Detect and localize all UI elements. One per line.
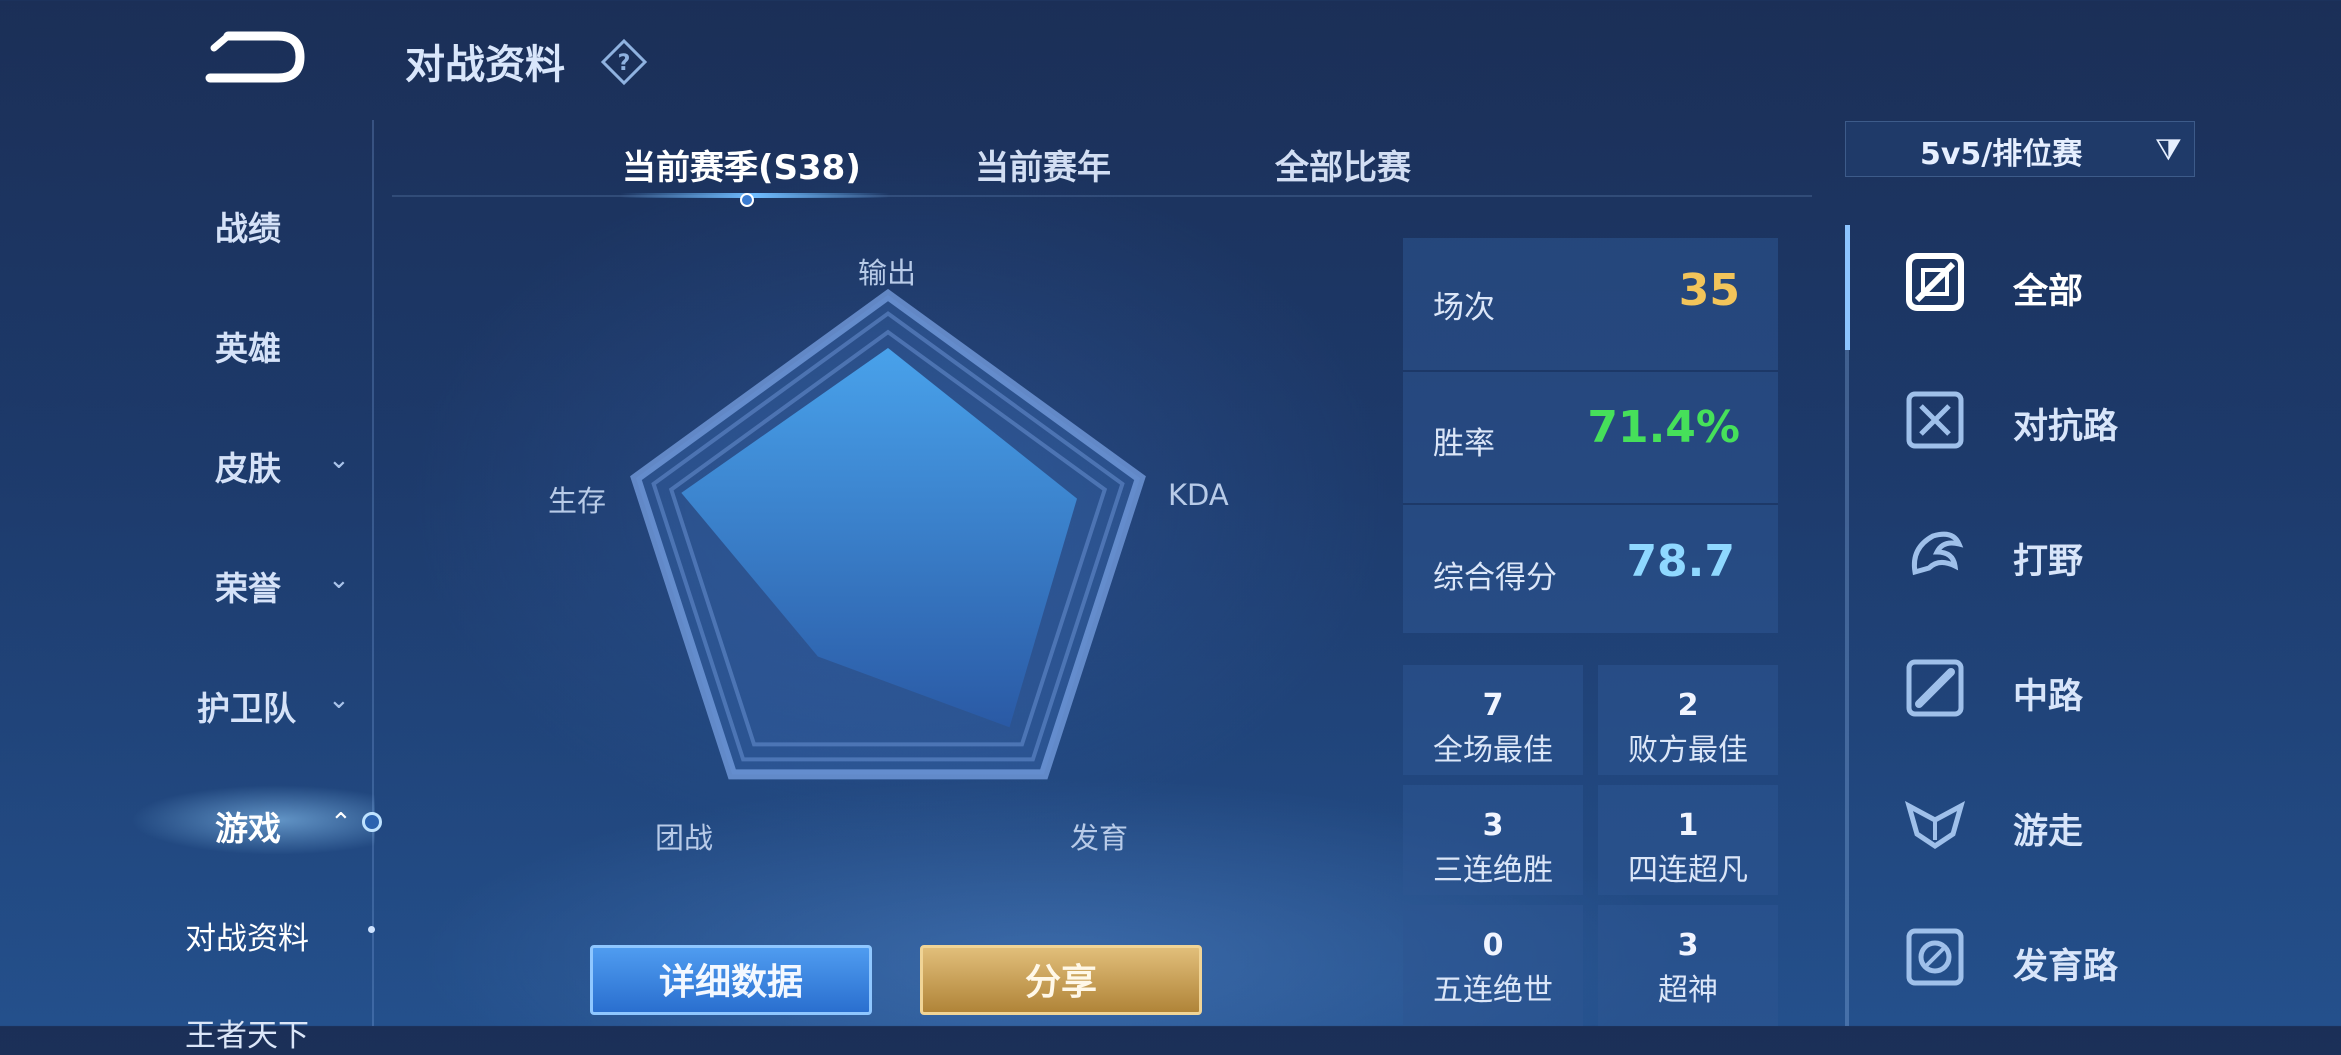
- filter-icon[interactable]: ⧩: [2155, 133, 2182, 168]
- tab-all-matches[interactable]: 全部比赛: [1275, 140, 1411, 189]
- quadra-kill-label: 四连超凡: [1628, 853, 1748, 888]
- tab-current-year[interactable]: 当前赛年: [975, 140, 1111, 189]
- legendary-count: 3: [1677, 928, 1699, 963]
- back-arrow-icon[interactable]: [200, 30, 305, 85]
- chevron-down-icon[interactable]: ⌄: [328, 445, 350, 475]
- all-roles-icon[interactable]: [1903, 250, 1967, 314]
- stats-divider: [1403, 503, 1778, 505]
- sidebar-item-honor[interactable]: 荣誉: [215, 562, 281, 610]
- subnav-item-world[interactable]: 王者天下: [185, 1010, 309, 1055]
- score-value: 78.7: [1626, 536, 1735, 587]
- radar-axis-kda: KDA: [1168, 478, 1229, 512]
- stats-divider: [1403, 370, 1778, 372]
- losing-mvp-count: 2: [1677, 688, 1699, 723]
- mvp-label: 全场最佳: [1433, 733, 1553, 768]
- share-button[interactable]: 分享: [920, 945, 1202, 1015]
- tab-current-season[interactable]: 当前赛季(S38): [622, 140, 861, 189]
- winrate-label: 胜率: [1433, 426, 1495, 462]
- role-item-jungle[interactable]: 打野: [2013, 533, 2083, 584]
- role-item-clash-lane[interactable]: 对抗路: [2013, 398, 2118, 449]
- sidebar-item-guard[interactable]: 护卫队: [197, 682, 296, 730]
- subnav-item-battle-data[interactable]: 对战资料: [185, 913, 309, 958]
- games-value: 35: [1678, 265, 1740, 316]
- sub-active-dot-icon: [368, 926, 375, 933]
- active-indicator-icon: [362, 812, 382, 832]
- role-item-mid-lane[interactable]: 中路: [2013, 668, 2083, 719]
- losing-mvp-label: 败方最佳: [1628, 733, 1748, 768]
- mvp-count: 7: [1482, 688, 1504, 723]
- radar-axis-survival: 生存: [548, 484, 607, 518]
- tab-active-indicator: [620, 193, 890, 198]
- legendary-label: 超神: [1658, 973, 1718, 1008]
- winrate-value: 71.4%: [1587, 402, 1740, 453]
- question-diamond-icon[interactable]: ?: [600, 38, 648, 86]
- mode-filter-label: 5v5/排位赛: [1920, 137, 2083, 172]
- triple-kill-count: 3: [1482, 808, 1504, 843]
- roam-icon[interactable]: [1903, 790, 1967, 854]
- farm-lane-icon[interactable]: [1903, 925, 1967, 989]
- chevron-down-icon[interactable]: ⌄: [328, 565, 350, 595]
- svg-text:?: ?: [618, 51, 631, 76]
- sidebar-item-record[interactable]: 战绩: [215, 202, 281, 250]
- detailed-data-button[interactable]: 详细数据: [590, 945, 872, 1015]
- penta-kill-label: 五连绝世: [1433, 973, 1553, 1008]
- games-label: 场次: [1433, 290, 1495, 326]
- role-item-farm-lane[interactable]: 发育路: [2013, 938, 2118, 989]
- sidebar-divider: [372, 120, 374, 1026]
- page-title: 对战资料: [405, 42, 565, 88]
- role-item-roam[interactable]: 游走: [2013, 803, 2083, 854]
- chevron-up-icon[interactable]: ⌃: [330, 808, 352, 838]
- score-label: 综合得分: [1433, 560, 1557, 596]
- chevron-down-icon[interactable]: ⌄: [328, 685, 350, 715]
- quadra-kill-count: 1: [1677, 808, 1699, 843]
- tab-divider: [392, 195, 1812, 197]
- triple-kill-label: 三连绝胜: [1433, 853, 1553, 888]
- mid-lane-icon[interactable]: [1903, 656, 1967, 720]
- role-active-indicator: [1845, 225, 1850, 350]
- clash-lane-icon[interactable]: [1903, 388, 1967, 452]
- penta-kill-count: 0: [1482, 928, 1504, 963]
- tab-active-dot-icon: [740, 193, 754, 207]
- radar-axis-growth: 发育: [1070, 821, 1129, 855]
- sidebar-item-game[interactable]: 游戏: [215, 802, 281, 850]
- radar-axis-output: 输出: [858, 256, 917, 290]
- role-item-all[interactable]: 全部: [2013, 263, 2083, 314]
- radar-axis-teamfight: 团战: [655, 821, 714, 855]
- jungle-icon[interactable]: [1903, 522, 1967, 586]
- sidebar-item-skins[interactable]: 皮肤: [215, 442, 281, 490]
- sidebar-item-heroes[interactable]: 英雄: [215, 322, 281, 370]
